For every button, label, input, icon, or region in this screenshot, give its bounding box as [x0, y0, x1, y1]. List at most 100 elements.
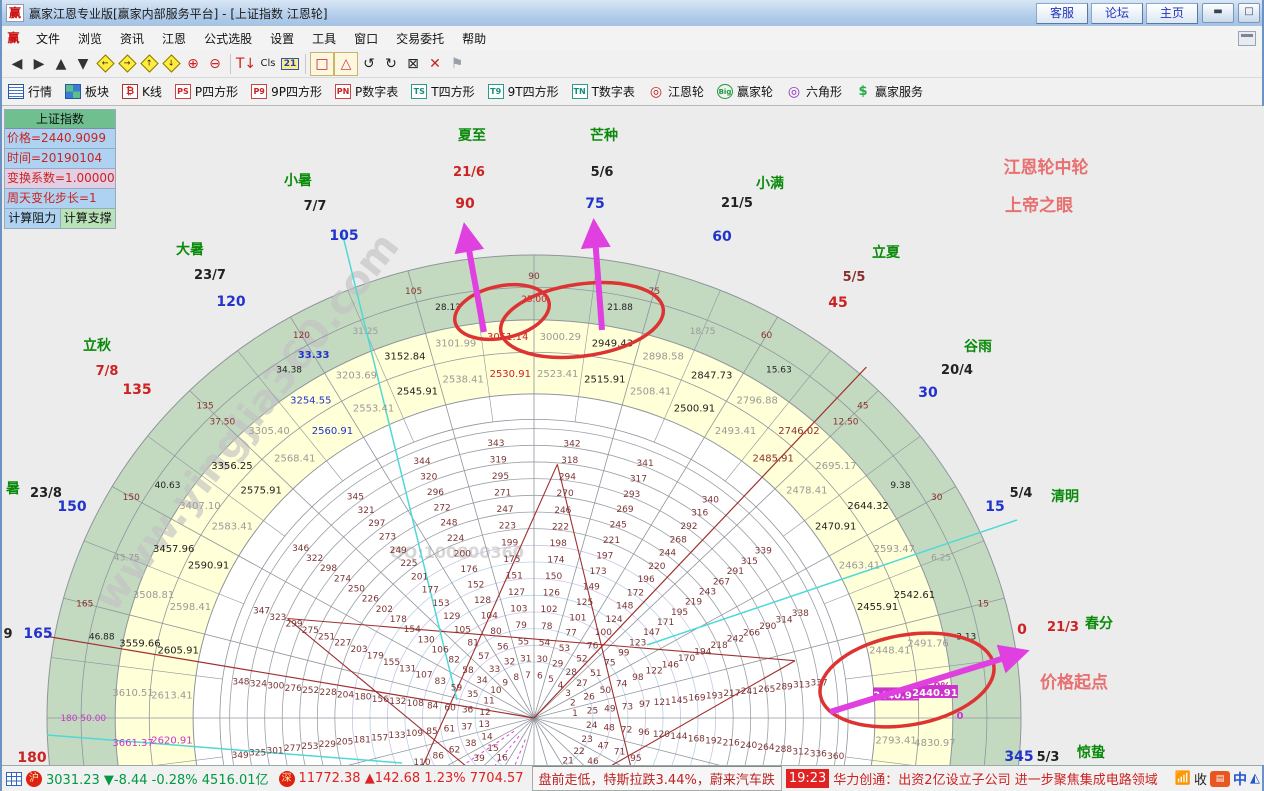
tool-行情[interactable]: 行情	[8, 83, 52, 100]
maximize-button[interactable]: □	[1238, 3, 1260, 23]
ime-pin-icon[interactable]: ◭	[1250, 771, 1260, 786]
t-updown-icon[interactable]: T↓	[235, 53, 257, 75]
zoom-out-icon[interactable]: ⊖	[204, 53, 226, 75]
svg-text:惊蛰: 惊蛰	[1076, 744, 1105, 761]
menu-文件[interactable]: 文件	[27, 27, 69, 50]
diamond-down-icon[interactable]: ↓	[160, 53, 182, 75]
svg-text:90: 90	[455, 196, 475, 212]
svg-text:46.88: 46.88	[89, 632, 115, 642]
tool-K线[interactable]: ₿K线	[122, 83, 162, 100]
svg-text:168: 168	[688, 734, 705, 744]
prev-arrow-icon[interactable]: ◀	[6, 53, 28, 75]
svg-text:319: 319	[490, 455, 507, 465]
tool-label: 行情	[28, 83, 52, 100]
up-triangle-icon[interactable]: ▲	[50, 53, 72, 75]
svg-text:104: 104	[481, 611, 498, 621]
menu-工具[interactable]: 工具	[303, 27, 345, 50]
gann-wheel-chart-area[interactable]: 上证指数 价格=2440.9099时间=20190104变换系数=1.00000…	[2, 106, 1264, 765]
news-ticker-2[interactable]: 华力创通：出资2亿设立子公司 进一步聚焦集成电路领域	[833, 769, 1157, 788]
shrink-tool-icon[interactable]: ✕	[424, 53, 446, 75]
svg-text:85: 85	[426, 727, 437, 737]
menu-公式选股[interactable]: 公式选股	[195, 27, 261, 50]
tool-六角形[interactable]: ◎六角形	[786, 83, 842, 100]
menu-窗口[interactable]: 窗口	[345, 27, 387, 50]
shenzhen-market-icon[interactable]: 深	[279, 771, 295, 787]
tool-T四方形[interactable]: TST四方形	[411, 83, 474, 100]
status-bar: 沪 3031.23 ▼-8.44 -0.28% 4516.01亿 深 11772…	[2, 765, 1262, 791]
next-arrow-icon[interactable]: ▶	[28, 53, 50, 75]
menu-江恩[interactable]: 江恩	[153, 27, 195, 50]
tool-赢家服务[interactable]: $赢家服务	[855, 83, 923, 100]
svg-text:170: 170	[678, 654, 695, 664]
svg-text:2545.91: 2545.91	[397, 386, 438, 397]
zoom-in-icon[interactable]: ⊕	[182, 53, 204, 75]
svg-text:193: 193	[706, 691, 723, 701]
svg-text:97: 97	[639, 700, 650, 710]
svg-text:126: 126	[543, 589, 560, 599]
filter-tool-icon[interactable]: ⚑	[446, 53, 468, 75]
diamond-up-icon[interactable]: ↑	[138, 53, 160, 75]
quote-grid-icon[interactable]	[6, 772, 22, 786]
tool-江恩轮[interactable]: ◎江恩轮	[648, 83, 704, 100]
svg-text:2538.41: 2538.41	[443, 375, 484, 386]
menu-设置[interactable]: 设置	[261, 27, 303, 50]
svg-text:146: 146	[662, 660, 679, 670]
tool-9T四方形[interactable]: T99T四方形	[488, 83, 559, 100]
child-window-restore-icon[interactable]	[1238, 31, 1256, 46]
down-triangle-icon[interactable]: ▼	[72, 53, 94, 75]
svg-text:84: 84	[427, 701, 439, 711]
svg-text:春分: 春分	[1084, 615, 1113, 632]
shenzhen-index-quote[interactable]: 11772.38 ▲142.68 1.23% 7704.57	[299, 771, 524, 786]
svg-text:2553.41: 2553.41	[353, 404, 394, 415]
ime-orange-icon[interactable]: ▤	[1210, 771, 1230, 787]
drawing-toolbar: ◀▶▲▼←→↑↓⊕⊖ T↓Cls21 □△↺↻⊠✕⚑	[2, 50, 1262, 78]
button-计算支撑[interactable]: 计算支撑	[61, 209, 116, 228]
svg-text:2478.41: 2478.41	[786, 486, 827, 497]
svg-text:245: 245	[610, 521, 627, 531]
titlebar-button-主页[interactable]: 主页	[1146, 3, 1198, 24]
square-tool-icon[interactable]: □	[310, 52, 334, 76]
svg-text:6.25: 6.25	[931, 554, 951, 564]
svg-text:123: 123	[629, 638, 646, 648]
ime-language-label[interactable]: 中	[1233, 769, 1247, 789]
minimize-button[interactable]: ▬	[1202, 3, 1234, 23]
diamond-right-icon[interactable]: →	[116, 53, 138, 75]
x-box-icon[interactable]: ⊠	[402, 53, 424, 75]
menu-交易委托[interactable]: 交易委托	[387, 27, 453, 50]
cls-icon[interactable]: Cls	[257, 53, 279, 75]
tool-P四方形[interactable]: PSP四方形	[175, 83, 238, 100]
titlebar-button-客服[interactable]: 客服	[1036, 3, 1088, 24]
svg-text:106: 106	[432, 646, 449, 656]
calendar-21-icon[interactable]: 21	[279, 53, 301, 75]
svg-text:24: 24	[586, 721, 598, 731]
svg-text:3661.37: 3661.37	[112, 738, 153, 749]
triangle-tool-icon[interactable]: △	[334, 52, 358, 76]
svg-text:290: 290	[759, 622, 776, 632]
tool-T数字表[interactable]: TNT数字表	[572, 83, 635, 100]
titlebar-button-论坛[interactable]: 论坛	[1091, 3, 1143, 24]
gann-wheel-canvas[interactable]: www.yingjia360.comQQ:1008003601234567891…	[2, 106, 1264, 765]
svg-text:153: 153	[432, 599, 449, 609]
svg-text:105: 105	[454, 625, 471, 635]
svg-text:109: 109	[406, 729, 423, 739]
shanghai-market-icon[interactable]: 沪	[26, 771, 42, 787]
tool-赢家轮[interactable]: Big赢家轮	[717, 83, 773, 100]
button-计算阻力[interactable]: 计算阻力	[5, 209, 61, 228]
menu-浏览[interactable]: 浏览	[69, 27, 111, 50]
svg-text:152: 152	[467, 580, 484, 590]
svg-text:150: 150	[123, 493, 140, 503]
news-ticker-1[interactable]: 盘前走低，特斯拉跌3.44%，蔚来汽车跌	[532, 766, 782, 791]
svg-text:25: 25	[587, 707, 598, 717]
tool-9P四方形[interactable]: P99P四方形	[251, 83, 322, 100]
tool-板块[interactable]: 板块	[65, 83, 109, 100]
diamond-left-icon[interactable]: ←	[94, 53, 116, 75]
menu-帮助[interactable]: 帮助	[453, 27, 495, 50]
svg-text:173: 173	[589, 567, 606, 577]
svg-text:292: 292	[680, 522, 697, 532]
tool-P数字表[interactable]: PNP数字表	[335, 83, 398, 100]
svg-text:120: 120	[216, 294, 245, 310]
rotate-ccw-icon[interactable]: ↺	[358, 53, 380, 75]
shanghai-index-quote[interactable]: 3031.23 ▼-8.44 -0.28% 4516.01亿	[46, 769, 269, 788]
menu-资讯[interactable]: 资讯	[111, 27, 153, 50]
rotate-cw-icon[interactable]: ↻	[380, 53, 402, 75]
